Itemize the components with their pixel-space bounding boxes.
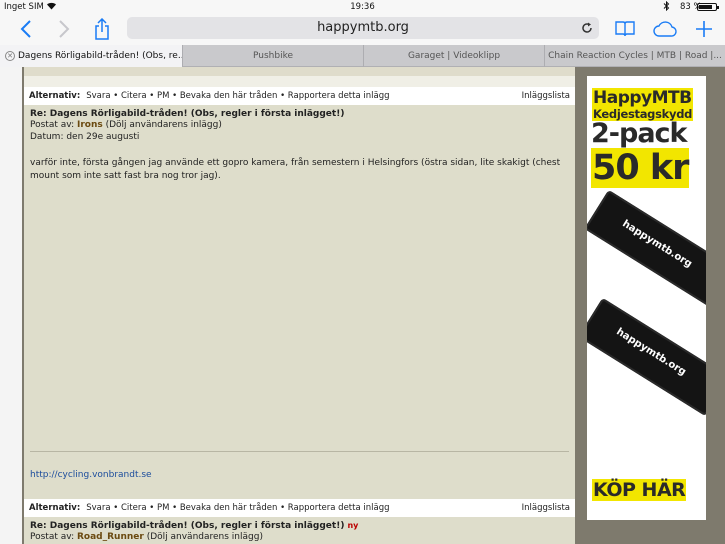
guard-brand-text: happymtb.org	[614, 326, 688, 379]
previous-post-tail	[24, 67, 575, 76]
tab-pushbike[interactable]: Pushbike	[182, 45, 363, 67]
forum-post: Re: Dagens Rörligabild-tråden! (Obs, reg…	[24, 105, 575, 499]
url-text: happymtb.org	[317, 20, 409, 35]
battery-icon	[697, 3, 719, 11]
clock: 19:36	[350, 2, 375, 12]
tab-label: Dagens Rörligabild-tråden! (Obs, re...	[18, 51, 182, 61]
page-margin	[0, 67, 22, 544]
options-actions[interactable]: Svara • Citera • PM • Bevaka den här trå…	[86, 91, 389, 101]
forward-icon[interactable]	[50, 16, 78, 42]
bluetooth-icon	[663, 0, 670, 14]
ad-brand: HappyMTB	[592, 88, 693, 108]
post-options-bar: Alternativ: Svara • Citera • PM • Bevaka …	[24, 499, 575, 517]
posted-by-label: Postat av:	[30, 532, 75, 542]
post-title[interactable]: Re: Dagens Rörligabild-tråden! (Obs, reg…	[30, 521, 344, 531]
chainstay-guard-image: happymtb.org	[587, 189, 706, 309]
share-icon[interactable]	[88, 16, 116, 42]
tab-label: Chain Reaction Cycles | MTB | Road |...	[548, 51, 722, 61]
reload-icon[interactable]	[581, 17, 593, 41]
forum-content: Alternativ: Svara • Citera • PM • Bevaka …	[24, 67, 575, 544]
forum-post: Re: Dagens Rörligabild-tråden! (Obs, reg…	[24, 517, 575, 544]
tab-chain-reaction[interactable]: Chain Reaction Cycles | MTB | Road |...	[544, 45, 725, 67]
new-tab-icon[interactable]	[690, 16, 718, 42]
ad-price: 50 kr	[591, 148, 689, 188]
chainstay-guard-image: happymtb.org	[587, 297, 706, 417]
bookmarks-icon[interactable]	[611, 16, 639, 42]
ad-cta[interactable]: KÖP HÄR	[592, 479, 687, 501]
tab-label: Pushbike	[252, 51, 293, 61]
address-bar[interactable]: happymtb.org	[127, 17, 599, 39]
options-label: Alternativ:	[29, 503, 81, 513]
post-options-bar: Alternativ: Svara • Citera • PM • Bevaka …	[24, 87, 575, 105]
tab-bar: ✕ Dagens Rörligabild-tråden! (Obs, re...…	[0, 45, 725, 67]
status-bar: Inget SIM 19:36 83 %	[0, 0, 725, 14]
signature-divider	[30, 451, 569, 452]
tab-active[interactable]: ✕ Dagens Rörligabild-tråden! (Obs, re...	[0, 45, 182, 67]
post-author[interactable]: Irons	[77, 120, 103, 130]
posted-by-label: Postat av:	[30, 120, 75, 130]
post-meta: Postat av: Road_Runner (Dölj användarens…	[30, 531, 569, 543]
advertisement-banner[interactable]: HappyMTB Kedjestagskydd 2-pack 50 kr hap…	[587, 76, 706, 520]
post-title[interactable]: Re: Dagens Rörligabild-tråden! (Obs, reg…	[30, 109, 569, 119]
hide-user-link[interactable]: (Dölj användarens inlägg)	[106, 120, 222, 130]
close-tab-icon[interactable]: ✕	[5, 51, 15, 61]
back-icon[interactable]	[12, 16, 40, 42]
hide-user-link[interactable]: (Dölj användarens inlägg)	[147, 532, 263, 542]
post-date: Datum: den 29e augusti	[30, 132, 140, 142]
icloud-tabs-icon[interactable]	[651, 16, 679, 42]
post-body: varför inte, första gången jag använde e…	[30, 158, 561, 181]
new-badge: ny	[347, 521, 359, 530]
ad-pack: 2-pack	[591, 118, 688, 149]
tab-label: Garaget | Videoklipp	[407, 51, 501, 61]
guard-brand-text: happymtb.org	[620, 218, 694, 271]
options-actions[interactable]: Svara • Citera • PM • Bevaka den här trå…	[86, 503, 389, 513]
post-list-link[interactable]: Inläggslista	[522, 87, 570, 105]
tab-garaget[interactable]: Garaget | Videoklipp	[363, 45, 544, 67]
options-label: Alternativ:	[29, 91, 81, 101]
browser-toolbar: happymtb.org	[0, 14, 725, 45]
post-author[interactable]: Road_Runner	[77, 532, 144, 542]
post-list-link[interactable]: Inläggslista	[522, 499, 570, 517]
signature-link[interactable]: http://cycling.vonbrandt.se	[30, 470, 152, 480]
post-title-row: Re: Dagens Rörligabild-tråden! (Obs, reg…	[30, 521, 569, 531]
post-meta: Postat av: Irons (Dölj användarens inläg…	[30, 119, 569, 131]
